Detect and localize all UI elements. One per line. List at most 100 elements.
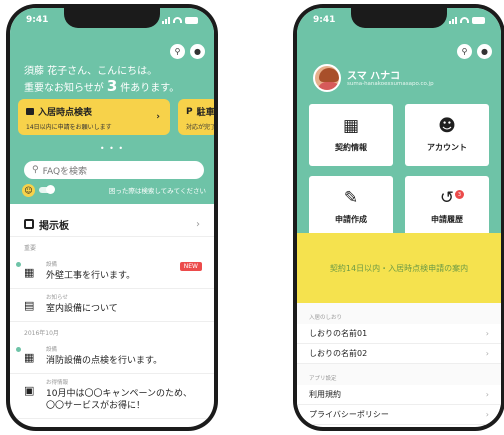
search-tip-row: ☺ 困った際は検索してみてください bbox=[22, 183, 206, 197]
list-item[interactable]: ▣ お得情報 10月中は〇〇キャンペーンのため、〇〇サービスがお得に！ bbox=[10, 374, 214, 419]
magnifier-icon: ⚲ bbox=[32, 165, 39, 175]
tile-contract[interactable]: ▦ 契約情報 bbox=[309, 104, 393, 166]
building-icon: ▦ bbox=[342, 116, 360, 136]
post-category: お得情報 bbox=[46, 380, 69, 386]
list-item[interactable]: しおりの名前01 › bbox=[297, 324, 501, 344]
card-subtitle: 14日以内に申請をお願いします bbox=[26, 124, 112, 131]
post-category: 設備 bbox=[46, 347, 58, 353]
battery-icon bbox=[185, 16, 198, 24]
search-placeholder: FAQを検索 bbox=[42, 166, 88, 177]
shop-icon: ▣ bbox=[24, 384, 35, 397]
user-email: suma-hanakoexsumasapo.co.jp bbox=[347, 81, 434, 87]
group-label: アプリ設定 bbox=[297, 364, 501, 385]
parking-icon: P bbox=[186, 106, 193, 117]
bulletin-board: 掲示板 › 重要 ▦ 設備 外壁工事を行います。 NEW ▤ お知らせ 室内設備… bbox=[10, 212, 214, 419]
board-header[interactable]: 掲示板 › bbox=[10, 212, 214, 236]
search-icon[interactable]: ⚲ bbox=[170, 44, 185, 59]
unread-dot bbox=[16, 262, 21, 267]
greeting: 須藤 花子さん、こんにちは。 重要なお知らせが 3 件あります。 bbox=[24, 64, 179, 96]
tile-label: アカウント bbox=[427, 143, 467, 152]
notice-suffix: 件あります。 bbox=[120, 83, 180, 94]
mascot-icon: ☺ bbox=[22, 183, 35, 197]
search-tip: 困った際は検索してみてください bbox=[108, 187, 206, 195]
home-screen: 9:41 ⚲ ● 須藤 花子さん、こんにちは。 重要なお知らせが 3 件あります。 … bbox=[10, 8, 214, 427]
list-item[interactable]: ▦ 設備 消防設備の点検を行います。 bbox=[10, 341, 214, 374]
wifi-icon bbox=[460, 17, 469, 23]
history-count-badge: 3 bbox=[455, 190, 464, 199]
bell-icon[interactable]: ● bbox=[477, 44, 492, 59]
chevron-right-icon: › bbox=[485, 329, 489, 338]
list-item[interactable]: ▤ お知らせ 室内設備について bbox=[10, 289, 214, 322]
building-icon: ▦ bbox=[24, 351, 35, 364]
settings-menu: 入居のしおり しおりの名前01 › しおりの名前02 › アプリ設定 利用規約 … bbox=[297, 303, 501, 425]
post-category: 設備 bbox=[46, 262, 58, 268]
menu-tiles: ▦ 契約情報 ☻ アカウント ✎ 申請作成 ↺ 3 申請履歴 bbox=[309, 104, 489, 238]
chevron-right-icon: › bbox=[156, 112, 160, 122]
faq-search-input[interactable]: ⚲ FAQを検索 bbox=[24, 161, 204, 179]
status-bar: 9:41 bbox=[10, 14, 214, 26]
card-icon bbox=[26, 108, 34, 115]
search-icon[interactable]: ⚲ bbox=[457, 44, 472, 59]
notice-prefix: 重要なお知らせが bbox=[24, 83, 104, 94]
new-badge: NEW bbox=[179, 262, 202, 271]
status-time: 9:41 bbox=[313, 15, 336, 25]
item-label: 利用規約 bbox=[309, 390, 341, 399]
status-bar: 9:41 bbox=[297, 14, 501, 26]
post-category: お知らせ bbox=[46, 295, 68, 301]
item-label: プライバシーポリシー bbox=[309, 410, 389, 419]
list-item[interactable]: ▦ 設備 外壁工事を行います。 NEW bbox=[10, 256, 214, 289]
card-subtitle: 対応が完了 bbox=[186, 124, 214, 131]
list-item[interactable]: しおりの名前02 › bbox=[297, 344, 501, 364]
item-label: しおりの名前01 bbox=[309, 329, 368, 338]
pencil-icon: ✎ bbox=[343, 188, 359, 208]
chevron-right-icon: › bbox=[485, 349, 489, 358]
clipboard-icon: ▤ bbox=[24, 299, 35, 312]
status-time: 9:41 bbox=[26, 15, 49, 25]
menu-screen: 9:41 ⚲ ● スマ ハナコ suma-hanakoexsumasapo.co… bbox=[297, 8, 501, 427]
card-title: 駐車 bbox=[196, 108, 214, 118]
inspection-card[interactable]: 入居時点検表 14日以内に申請をお願いします › bbox=[18, 99, 170, 135]
chevron-right-icon: › bbox=[485, 410, 489, 419]
avatar[interactable] bbox=[313, 64, 341, 92]
phone-menu: 9:41 ⚲ ● スマ ハナコ suma-hanakoexsumasapo.co… bbox=[293, 4, 504, 431]
chevron-right-icon: › bbox=[196, 218, 200, 230]
post-title: 室内設備について bbox=[46, 304, 118, 314]
chevron-right-icon: › bbox=[485, 390, 489, 399]
post-title: 外壁工事を行います。 bbox=[46, 271, 136, 281]
post-title: 消防設備の点検を行います。 bbox=[46, 356, 163, 366]
tile-label: 申請作成 bbox=[335, 215, 367, 224]
user-name: スマ ハナコ bbox=[347, 71, 401, 82]
list-item[interactable]: プライバシーポリシー › bbox=[297, 405, 501, 425]
parking-card[interactable]: P 駐車 対応が完了 bbox=[178, 99, 214, 135]
notice-cards: 入居時点検表 14日以内に申請をお願いします › P 駐車 対応が完了 bbox=[18, 99, 214, 135]
signal-icon bbox=[449, 16, 457, 24]
group-label: 2016年10月 bbox=[24, 330, 59, 337]
bell-icon[interactable]: ● bbox=[190, 44, 205, 59]
pager-dots: • • • bbox=[99, 144, 125, 153]
greeting-line: 須藤 花子さん、こんにちは。 bbox=[24, 66, 158, 77]
tile-request-history[interactable]: ↺ 3 申請履歴 bbox=[405, 176, 489, 238]
menu-header: ⚲ ● スマ ハナコ suma-hanakoexsumasapo.co.jp ▦… bbox=[297, 8, 501, 238]
battery-icon bbox=[472, 16, 485, 24]
tile-label: 申請履歴 bbox=[431, 215, 463, 224]
phone-home: 9:41 ⚲ ● 須藤 花子さん、こんにちは。 重要なお知らせが 3 件あります。 … bbox=[6, 4, 218, 431]
tile-account[interactable]: ☻ アカウント bbox=[405, 104, 489, 166]
group-label: 重要 bbox=[24, 245, 37, 252]
guide-banner[interactable]: 契約14日以内・入居時点検申請の案内 bbox=[297, 233, 501, 303]
notice-count: 3 bbox=[106, 77, 118, 95]
tile-label: 契約情報 bbox=[335, 143, 367, 152]
card-title: 入居時点検表 bbox=[38, 108, 93, 118]
tile-create-request[interactable]: ✎ 申請作成 bbox=[309, 176, 393, 238]
wifi-icon bbox=[173, 17, 182, 23]
calendar-icon bbox=[24, 219, 34, 229]
account-icon: ☻ bbox=[438, 116, 456, 136]
post-title: 10月中は〇〇キャンペーンのため、〇〇サービスがお得に！ bbox=[46, 389, 193, 411]
signal-icon bbox=[162, 16, 170, 24]
building-icon: ▦ bbox=[24, 266, 35, 279]
history-icon: ↺ bbox=[439, 188, 455, 208]
tip-toggle[interactable] bbox=[39, 185, 55, 194]
board-title: 掲示板 bbox=[39, 220, 69, 232]
unread-dot bbox=[16, 347, 21, 352]
home-header: ⚲ ● 須藤 花子さん、こんにちは。 重要なお知らせが 3 件あります。 入居時点検… bbox=[10, 8, 214, 204]
list-item[interactable]: 利用規約 › bbox=[297, 385, 501, 405]
